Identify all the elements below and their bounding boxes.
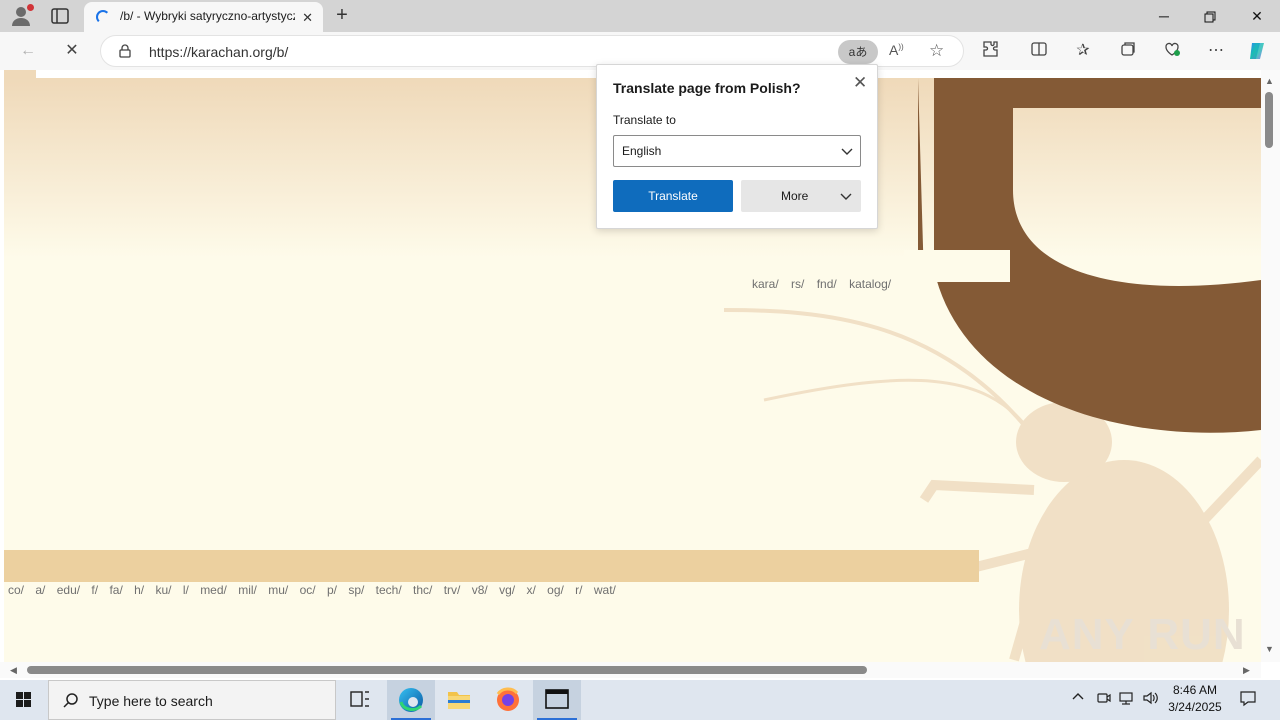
chevron-down-icon xyxy=(840,193,852,200)
board-link[interactable]: oc/ xyxy=(300,583,316,597)
top-board-links: kara/ rs/ fnd/ katalog/ xyxy=(752,277,900,291)
watermark: ANY RUN xyxy=(1039,610,1246,659)
tab-title: /b/ - Wybryki satyryczno-artystyczne xyxy=(120,9,295,23)
translate-button[interactable]: Translate xyxy=(613,180,733,212)
search-icon xyxy=(63,693,78,708)
app-window-icon[interactable] xyxy=(533,680,581,720)
board-link[interactable]: katalog/ xyxy=(849,277,891,291)
board-links: co/ a/ edu/ f/ fa/ h/ ku/ l/ med/ mil/ m… xyxy=(8,583,624,597)
chevron-down-icon xyxy=(841,148,853,155)
vertical-scroll-thumb[interactable] xyxy=(1265,92,1273,148)
board-link[interactable]: v8/ xyxy=(472,583,488,597)
url-text[interactable]: https://karachan.org/b/ xyxy=(149,44,288,60)
board-link[interactable]: r/ xyxy=(575,583,582,597)
close-window-icon[interactable]: ✕ xyxy=(1234,0,1280,32)
clock-time: 8:46 AM xyxy=(1172,683,1218,697)
board-link[interactable]: sp/ xyxy=(348,583,364,597)
minimize-icon[interactable]: ─ xyxy=(1141,0,1187,32)
title-bar: /b/ - Wybryki satyryczno-artystyczne ✕ +… xyxy=(0,0,1280,32)
board-link[interactable]: tech/ xyxy=(376,583,402,597)
board-link[interactable]: rs/ xyxy=(791,277,804,291)
board-link[interactable]: kara/ xyxy=(752,277,779,291)
windows-taskbar: Type here to search 8:46 AM 3/24/2025 xyxy=(0,680,1280,720)
board-link[interactable]: a/ xyxy=(35,583,45,597)
browser-essentials-icon[interactable] xyxy=(1161,40,1183,62)
language-select[interactable]: English xyxy=(613,135,861,167)
board-link[interactable]: wat/ xyxy=(594,583,616,597)
favorite-star-icon[interactable]: ☆ xyxy=(929,41,944,61)
tab-actions-icon[interactable] xyxy=(48,5,72,27)
notifications-icon[interactable] xyxy=(1239,689,1257,710)
lock-icon[interactable] xyxy=(118,44,132,58)
scroll-left-icon[interactable]: ◀ xyxy=(10,665,17,676)
board-link[interactable]: mu/ xyxy=(268,583,288,597)
task-view-icon[interactable] xyxy=(336,680,384,720)
system-clock[interactable]: 8:46 AM 3/24/2025 xyxy=(1160,682,1230,716)
scroll-down-icon[interactable]: ▼ xyxy=(1265,644,1274,654)
board-link[interactable]: l/ xyxy=(183,583,189,597)
board-link[interactable]: ku/ xyxy=(155,583,171,597)
board-link[interactable]: h/ xyxy=(134,583,144,597)
start-windows-icon[interactable] xyxy=(0,680,48,720)
address-bar[interactable]: https://karachan.org/b/ aあ A)) ☆ xyxy=(100,35,964,67)
board-link[interactable]: vg/ xyxy=(499,583,515,597)
volume-icon[interactable] xyxy=(1142,690,1160,709)
board-link[interactable]: f/ xyxy=(91,583,98,597)
more-button[interactable]: More xyxy=(741,180,861,212)
translate-icon[interactable]: aあ xyxy=(838,40,878,64)
tab-active[interactable]: /b/ - Wybryki satyryczno-artystyczne ✕ xyxy=(84,2,323,32)
meet-now-icon[interactable] xyxy=(1096,690,1112,709)
board-link[interactable]: p/ xyxy=(327,583,337,597)
restore-icon[interactable] xyxy=(1187,0,1233,32)
close-icon[interactable]: ✕ xyxy=(853,73,867,93)
menu-bar xyxy=(4,550,979,582)
file-explorer-icon[interactable] xyxy=(435,680,483,720)
network-icon[interactable] xyxy=(1118,690,1136,709)
translate-popup: Translate page from Polish? ✕ Translate … xyxy=(596,64,878,229)
collections-icon[interactable] xyxy=(1117,40,1139,62)
read-aloud-icon[interactable]: A)) xyxy=(889,42,904,58)
split-screen-icon[interactable] xyxy=(1028,40,1050,62)
taskbar-search-box[interactable]: Type here to search xyxy=(48,680,336,720)
board-link[interactable]: mil/ xyxy=(238,583,257,597)
horizontal-scrollbar[interactable]: ◀ ▶ xyxy=(0,662,1261,678)
new-tab-plus-icon[interactable]: + xyxy=(330,4,354,28)
stop-loading-icon[interactable]: ✕ xyxy=(61,40,83,62)
board-link[interactable]: og/ xyxy=(547,583,564,597)
board-link[interactable]: fnd/ xyxy=(817,277,837,291)
scroll-up-icon[interactable]: ▲ xyxy=(1265,76,1274,86)
translate-popup-title: Translate page from Polish? xyxy=(613,80,801,96)
tab-close-icon[interactable]: ✕ xyxy=(302,10,313,26)
board-link[interactable]: fa/ xyxy=(109,583,122,597)
search-placeholder: Type here to search xyxy=(89,693,213,709)
copilot-icon[interactable] xyxy=(1246,40,1268,62)
profile-avatar-icon[interactable] xyxy=(10,4,34,27)
loading-spinner-icon xyxy=(96,10,110,24)
board-link[interactable]: edu/ xyxy=(57,583,80,597)
board-link[interactable]: x/ xyxy=(526,583,535,597)
back-arrow-icon[interactable]: ← xyxy=(17,40,39,62)
extensions-icon[interactable] xyxy=(980,40,1002,62)
board-link[interactable]: thc/ xyxy=(413,583,432,597)
horizontal-scroll-thumb[interactable] xyxy=(27,666,867,674)
board-link[interactable]: med/ xyxy=(200,583,227,597)
firefox-icon[interactable] xyxy=(484,680,532,720)
board-link[interactable]: co/ xyxy=(8,583,24,597)
vertical-scrollbar[interactable]: ▲ ▼ xyxy=(1261,70,1280,662)
more-button-label: More xyxy=(781,189,809,203)
selected-language: English xyxy=(622,144,662,158)
more-options-icon[interactable]: ⋯ xyxy=(1205,40,1227,62)
edge-browser-icon[interactable] xyxy=(387,680,435,720)
translate-to-label: Translate to xyxy=(613,113,676,127)
board-link[interactable]: trv/ xyxy=(444,583,461,597)
favorites-icon[interactable]: ✰ xyxy=(1072,40,1094,62)
tray-chevron-icon[interactable] xyxy=(1071,690,1085,707)
clock-date: 3/24/2025 xyxy=(1168,700,1222,714)
scroll-right-icon[interactable]: ▶ xyxy=(1243,665,1250,676)
